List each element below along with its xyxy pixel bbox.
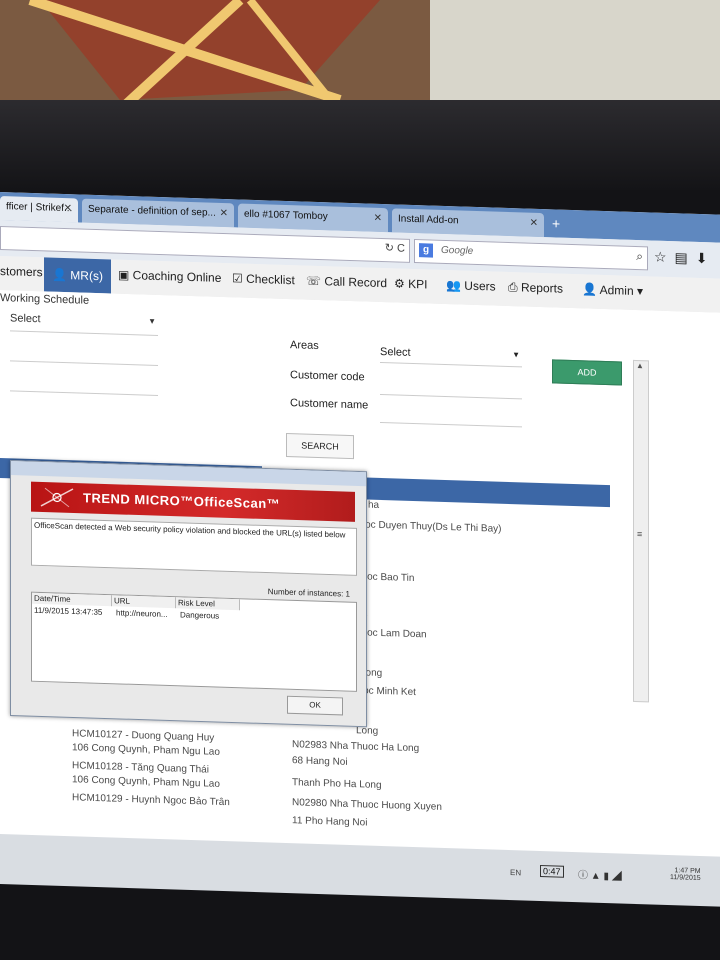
left-select[interactable]: Select ▼ [10, 312, 158, 336]
close-icon[interactable]: ✕ [220, 203, 228, 225]
tab-label: Separate - definition of sep... [88, 203, 216, 219]
tab-label: fficer | Strikef... [6, 201, 73, 215]
trend-micro-banner: TREND MICRO™OfficeScan™ [31, 481, 355, 522]
add-button[interactable]: ADD [552, 359, 622, 386]
tab-label: ello #1067 Tomboy [244, 208, 328, 223]
list-item: Thanh Pho Ha Long [292, 777, 382, 791]
customer-code-field[interactable] [380, 377, 522, 400]
customer-name-field[interactable] [380, 405, 522, 428]
new-tab-button[interactable]: + [552, 215, 560, 231]
list-item: 106 Cong Quynh, Pham Ngu Lao [72, 774, 220, 790]
menu-reports[interactable]: ⎙ Reports [508, 280, 563, 297]
list-item[interactable]: HCM10127 - Duong Quang Huy [72, 728, 214, 743]
scroll-grip-icon[interactable]: ≡ [637, 529, 642, 539]
menu-label: Coaching Online [132, 268, 222, 285]
list-item: ha [368, 499, 380, 511]
customer-code-label: Customer code [290, 369, 365, 384]
left-field-1[interactable] [10, 360, 158, 366]
tab-strikeforce[interactable]: fficer | Strikef... ✕ [0, 196, 78, 223]
blocked-url-table: Date/Time URL Risk Level 11/9/2015 13:47… [31, 591, 357, 692]
reload-icon[interactable]: ↻ C [385, 241, 405, 255]
menu-coaching-online[interactable]: ▣ Coaching Online [118, 268, 221, 285]
left-field-2[interactable] [10, 390, 158, 396]
menu-label: Call Record [324, 274, 388, 291]
menu-customers[interactable]: stomers [0, 264, 43, 279]
menu-kpi[interactable]: ⚙ KPI [394, 276, 427, 291]
menu-label: Admin [599, 282, 634, 298]
customer-name-label: Customer name [290, 397, 369, 412]
page-title: Working Schedule [0, 292, 90, 307]
dialog-title: TREND MICRO™OfficeScan™ [83, 490, 281, 512]
close-icon[interactable]: ✕ [530, 213, 538, 235]
areas-label: Areas [290, 339, 319, 353]
list-item[interactable]: HCM10128 - Tăng Quang Thái [72, 760, 209, 775]
left-select-value: Select [10, 312, 41, 326]
table-cell[interactable]: Dangerous [180, 610, 219, 620]
column-header[interactable]: Date/Time [32, 592, 112, 607]
tab-label: Install Add-on [398, 213, 459, 227]
menu-label: KPI [408, 276, 428, 292]
table-cell[interactable]: http://neuron... [116, 608, 168, 619]
menu-label: Users [464, 278, 496, 294]
list-item[interactable]: N02980 Nha Thuoc Huong Xuyen [292, 797, 442, 813]
menu-mrs[interactable]: 👤 MR(s) [44, 257, 111, 294]
ok-button[interactable]: OK [287, 695, 343, 716]
search-icon[interactable]: ⌕ [636, 249, 643, 264]
search-input[interactable]: g Google ⌕ [414, 239, 648, 271]
trend-micro-logo-icon [40, 487, 74, 508]
officescan-dialog: TREND MICRO™OfficeScan™ OfficeScan detec… [10, 460, 367, 728]
chevron-down-icon: ▼ [512, 350, 520, 360]
list-item: 11 Pho Hang Noi [292, 815, 368, 829]
list-item[interactable]: N02983 Nha Thuoc Ha Long [292, 739, 419, 754]
column-header[interactable]: URL [112, 595, 176, 609]
battery-indicator[interactable]: 0:47 [540, 864, 564, 878]
menu-label: Reports [520, 280, 563, 296]
table-cell[interactable]: 11/9/2015 13:47:35 [34, 606, 102, 617]
scroll-up-icon[interactable]: ▲ [636, 361, 644, 370]
system-clock[interactable]: 1:47 PM 11/9/2015 [670, 867, 701, 882]
menu-label: MR(s) [70, 268, 103, 284]
list-item[interactable]: huoc Duyen Thuy(Ds Le Thi Bay) [354, 519, 501, 535]
close-icon[interactable]: ✕ [374, 208, 382, 230]
toolbar-icons[interactable]: ☆▤⬇ [654, 249, 716, 268]
menu-label: Checklist [246, 271, 295, 288]
list-item: 68 Hang Noi [292, 755, 348, 768]
column-header[interactable]: Risk Level [176, 597, 240, 611]
list-item: 106 Cong Quynh, Pham Ngu Lao [72, 742, 220, 758]
areas-select-value: Select [380, 345, 411, 359]
menu-call-record[interactable]: ☏ Call Record [306, 274, 387, 291]
scrollbar[interactable]: ▲ ≡ [633, 359, 649, 703]
violation-message: OfficeScan detected a Web security polic… [34, 520, 346, 540]
close-icon[interactable]: ✕ [64, 198, 72, 220]
search-placeholder: Google [441, 244, 474, 257]
language-indicator[interactable]: EN [510, 868, 521, 877]
menu-checklist[interactable]: ☑ Checklist [232, 271, 295, 287]
message-box: OfficeScan detected a Web security polic… [31, 517, 357, 576]
list-item[interactable]: HCM10129 - Huynh Ngoc Bảo Trân [72, 792, 230, 808]
tray-icons[interactable]: ⓘ ▲ ▮ ◢ [578, 866, 622, 882]
menu-users[interactable]: 👥 Users [446, 278, 496, 294]
clock-date: 11/9/2015 [670, 874, 701, 883]
chevron-down-icon: ▼ [148, 316, 156, 326]
instance-count: Number of instances: 1 [267, 587, 350, 599]
menu-admin[interactable]: 👤 Admin ▾ [582, 282, 643, 298]
search-button[interactable]: SEARCH [286, 432, 354, 460]
google-icon: g [419, 243, 433, 258]
areas-select[interactable]: Select ▼ [380, 345, 522, 368]
